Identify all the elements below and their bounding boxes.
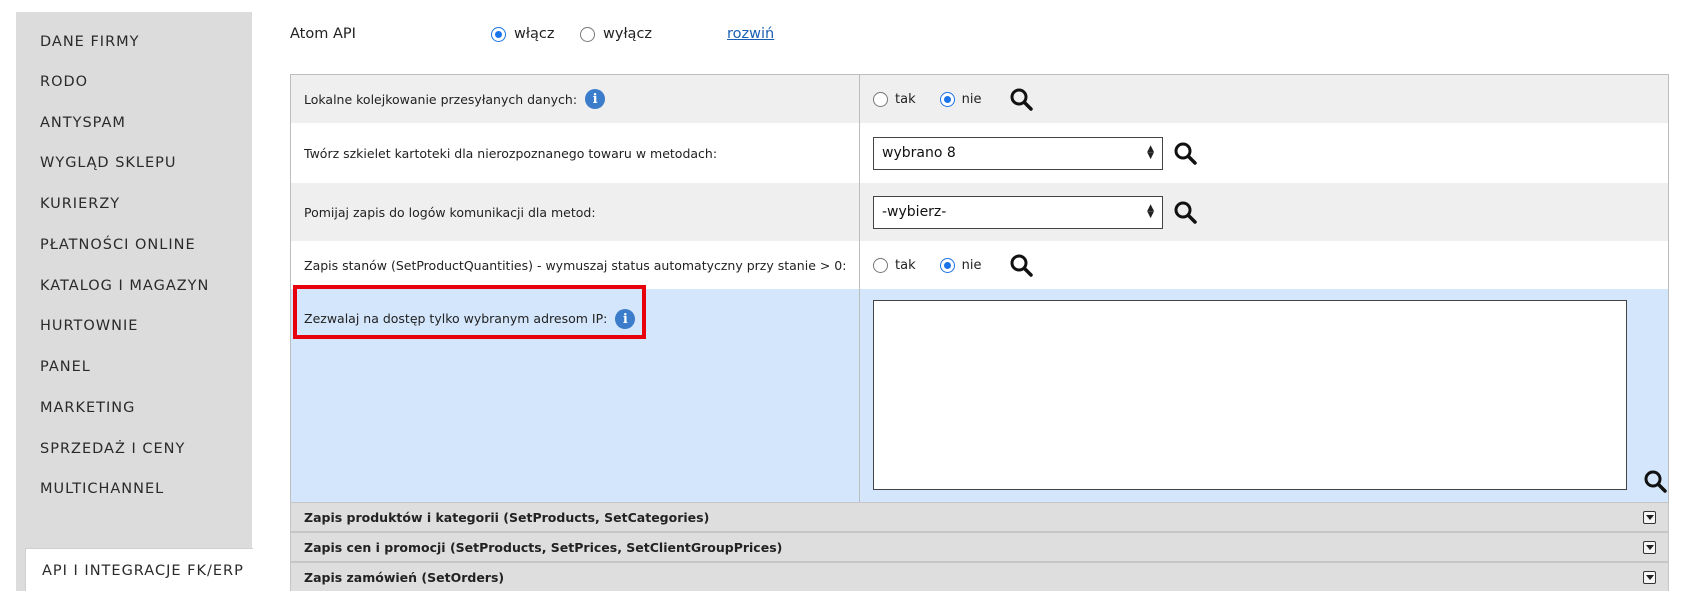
sidebar-item-antyspam[interactable]: ANTYSPAM bbox=[16, 103, 252, 143]
sidebar-item-kurierzy[interactable]: KURIERZY bbox=[16, 184, 252, 224]
skeleton-methods-select[interactable]: wybrano 8 ▲ ▼ bbox=[873, 136, 1163, 170]
ip-whitelist-textarea[interactable] bbox=[873, 300, 1627, 490]
radio-label: nie bbox=[961, 257, 982, 273]
setting-label: Zapis stanów (SetProductQuantities) - wy… bbox=[304, 257, 847, 273]
queue-yes-radio[interactable]: tak bbox=[873, 91, 916, 107]
sidebar-item-hurtownie[interactable]: HURTOWNIE bbox=[16, 306, 252, 346]
setting-label-cell: Pomijaj zapis do logów komunikacji dla m… bbox=[291, 183, 860, 241]
radio-label: nie bbox=[961, 91, 982, 107]
setting-value-cell: -wybierz- ▲ ▼ bbox=[860, 183, 1668, 241]
highlight-box bbox=[293, 285, 646, 339]
sidebar-item-wyglad-sklepu[interactable]: WYGLĄD SKLEPU bbox=[16, 143, 252, 183]
sidebar-item-label: KATALOG I MAGAZYN bbox=[40, 278, 210, 294]
select-value: -wybierz- bbox=[882, 204, 947, 220]
sidebar-item-label: ANTYSPAM bbox=[40, 115, 126, 131]
sidebar-item-label: PANEL bbox=[40, 359, 91, 375]
section-title: Zapis cen i promocji (SetProducts, SetPr… bbox=[304, 539, 783, 555]
sidebar-item-marketing[interactable]: MARKETING bbox=[16, 388, 252, 428]
atom-off-label: wyłącz bbox=[603, 26, 653, 42]
settings-sidebar: DANE FIRMY RODO ANTYSPAM WYGLĄD SKLEPU K… bbox=[16, 12, 253, 591]
sidebar-item-label: DANE FIRMY bbox=[40, 34, 140, 50]
radio-unchecked[interactable] bbox=[580, 26, 595, 42]
search-icon[interactable] bbox=[1643, 469, 1667, 493]
section-products-categories[interactable]: Zapis produktów i kategorii (SetProducts… bbox=[290, 502, 1669, 532]
search-icon[interactable] bbox=[1173, 200, 1197, 224]
sidebar-item-rodo[interactable]: RODO bbox=[16, 62, 252, 102]
search-icon[interactable] bbox=[1009, 253, 1034, 277]
sidebar-item-label: MARKETING bbox=[40, 400, 136, 416]
chevron-down-icon[interactable] bbox=[1643, 540, 1656, 554]
section-title: Zapis produktów i kategorii (SetProducts… bbox=[304, 509, 710, 525]
sidebar-item-sprzedaz-i-ceny[interactable]: SPRZEDAŻ I CENY bbox=[16, 429, 252, 469]
sidebar-item-dane-firmy[interactable]: DANE FIRMY bbox=[16, 22, 252, 62]
setting-label-cell: Zapis stanów (SetProductQuantities) - wy… bbox=[291, 241, 860, 289]
sidebar-item-api-integracje[interactable]: API I INTEGRACJE FK/ERP bbox=[25, 548, 253, 591]
sidebar-item-katalog-i-magazyn[interactable]: KATALOG I MAGAZYN bbox=[16, 266, 252, 306]
atom-on-label: włącz bbox=[514, 26, 555, 42]
search-icon[interactable] bbox=[1009, 87, 1034, 111]
setting-value-cell: wybrano 8 ▲ ▼ bbox=[860, 123, 1668, 183]
radio-checked[interactable] bbox=[491, 26, 506, 42]
setting-label: Pomijaj zapis do logów komunikacji dla m… bbox=[304, 204, 596, 220]
skip-logs-select[interactable]: -wybierz- ▲ ▼ bbox=[873, 195, 1163, 229]
sidebar-item-label: RODO bbox=[40, 74, 89, 90]
sidebar-item-label: MULTICHANNEL bbox=[40, 481, 165, 497]
select-value: wybrano 8 bbox=[882, 145, 956, 161]
radio-label: tak bbox=[895, 257, 916, 273]
setting-label-cell: Twórz szkielet kartoteki dla nierozpozna… bbox=[291, 123, 860, 183]
atom-on-radio[interactable]: włącz bbox=[491, 26, 554, 42]
sidebar-item-label: KURIERZY bbox=[40, 196, 121, 212]
setting-value-cell: tak nie bbox=[860, 241, 1668, 289]
expand-link[interactable]: rozwiń bbox=[727, 26, 774, 42]
setting-row-skeleton: Twórz szkielet kartoteki dla nierozpozna… bbox=[291, 123, 1668, 183]
setting-row-skip-logs: Pomijaj zapis do logów komunikacji dla m… bbox=[291, 183, 1668, 241]
queue-no-radio[interactable]: nie bbox=[939, 91, 982, 107]
sidebar-item-label: WYGLĄD SKLEPU bbox=[40, 155, 177, 171]
section-orders[interactable]: Zapis zamówień (SetOrders) bbox=[290, 562, 1669, 591]
sidebar-item-platnosci-online[interactable]: PŁATNOŚCI ONLINE bbox=[16, 225, 252, 265]
setting-row-local-queue: Lokalne kolejkowanie przesyłanych danych… bbox=[291, 75, 1668, 123]
setting-row-stock-status: Zapis stanów (SetProductQuantities) - wy… bbox=[291, 241, 1668, 289]
sidebar-item-panel[interactable]: PANEL bbox=[16, 347, 252, 387]
radio-checked[interactable] bbox=[939, 91, 955, 107]
chevron-down-icon[interactable] bbox=[1643, 570, 1656, 584]
section-prices-promotions[interactable]: Zapis cen i promocji (SetProducts, SetPr… bbox=[290, 532, 1669, 562]
sidebar-item-label: API I INTEGRACJE FK/ERP bbox=[42, 563, 244, 579]
info-icon[interactable]: i bbox=[585, 89, 606, 109]
setting-value-cell bbox=[860, 289, 1668, 506]
setting-label: Twórz szkielet kartoteki dla nierozpozna… bbox=[304, 145, 718, 161]
search-icon[interactable] bbox=[1173, 141, 1197, 165]
sidebar-item-label: HURTOWNIE bbox=[40, 318, 139, 334]
select-arrows-icon: ▲ ▼ bbox=[1147, 144, 1154, 161]
sidebar-item-multichannel[interactable]: MULTICHANNEL bbox=[16, 469, 252, 509]
sidebar-item-label: SPRZEDAŻ I CENY bbox=[40, 441, 186, 457]
atom-api-label: Atom API bbox=[290, 26, 356, 42]
select-arrows-icon: ▲ ▼ bbox=[1147, 203, 1154, 220]
stock-no-radio[interactable]: nie bbox=[939, 257, 982, 273]
setting-label: Lokalne kolejkowanie przesyłanych danych… bbox=[304, 91, 578, 107]
radio-unchecked[interactable] bbox=[873, 91, 888, 107]
setting-label-cell: Lokalne kolejkowanie przesyłanych danych… bbox=[291, 75, 860, 123]
chevron-down-icon[interactable] bbox=[1643, 510, 1656, 524]
radio-unchecked[interactable] bbox=[873, 257, 888, 273]
stock-yes-radio[interactable]: tak bbox=[873, 257, 916, 273]
section-title: Zapis zamówień (SetOrders) bbox=[304, 569, 505, 585]
sidebar-item-label: PŁATNOŚCI ONLINE bbox=[40, 237, 196, 253]
setting-value-cell: tak nie bbox=[860, 75, 1668, 123]
radio-checked[interactable] bbox=[939, 257, 955, 273]
radio-label: tak bbox=[895, 91, 916, 107]
atom-off-radio[interactable]: wyłącz bbox=[580, 26, 652, 42]
